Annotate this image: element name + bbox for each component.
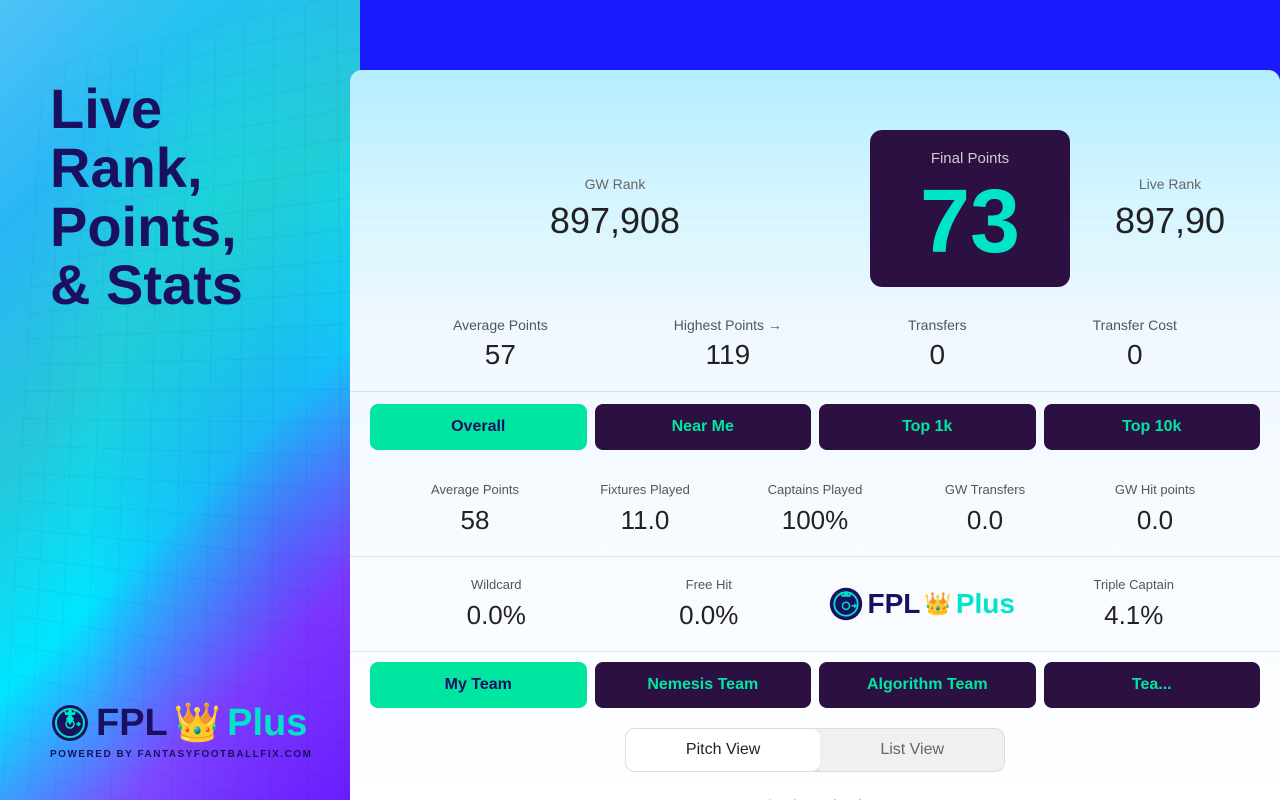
titlebar [350,70,1280,110]
transfer-cost-item: Transfer Cost 0 [1093,317,1177,371]
tab-top-10k[interactable]: Top 10k [1044,404,1261,450]
player-card-1 [760,792,805,800]
tab-top-1k[interactable]: Top 1k [819,404,1036,450]
tab-overall[interactable]: Overall [370,404,587,450]
average-points-item: Average Points 57 [453,317,548,371]
wildcard-label: Wildcard [471,577,522,592]
tab-algorithm-team[interactable]: Algorithm Team [819,662,1036,708]
team-tabs-row: My Team Nemesis Team Algorithm Team Tea.… [350,652,1280,718]
fpl-logo-inline: FPL 👑 Plus [815,586,1028,622]
gw-hit-points-grid-label: GW Hit points [1115,482,1195,497]
stats-grid-2: Wildcard 0.0% Free Hit 0.0% FPL 👑 [350,557,1280,652]
free-hit-item: Free Hit 0.0% [603,577,816,631]
avg-points-grid-label: Average Points [431,482,519,497]
final-points-value: 73 [920,177,1020,267]
view-toggle-group: Pitch View List View [625,728,1005,772]
fixtures-played-grid-value: 11.0 [621,505,670,536]
gw-rank-label: GW Rank [585,176,646,192]
transfer-cost-label: Transfer Cost [1093,317,1177,333]
captains-played-grid-value: 100% [782,505,849,536]
live-rank-label: Live Rank [1139,176,1201,192]
shirt-icon-1 [760,792,805,800]
pitch-area [350,782,1280,800]
mac-window: GW Rank 897,908 Final Points 73 Live Ran… [350,70,1280,800]
avg-points-grid-value: 58 [461,505,490,536]
captains-played-grid-label: Captains Played [768,482,863,497]
fpl-inline-text: FPL [868,588,921,620]
app-content: GW Rank 897,908 Final Points 73 Live Ran… [350,110,1280,800]
gw-hit-points-grid-item: GW Hit points 0.0 [1070,482,1240,536]
final-points-card: Final Points 73 [870,130,1070,287]
transfers-value: 0 [930,339,946,371]
powered-by-text: POWERED BY FANTASYFOOTBALLFIX.COM [50,749,312,760]
shirt-icon-2 [825,792,870,800]
fixtures-played-grid-item: Fixtures Played 11.0 [560,482,730,536]
transfers-label: Transfers [908,317,967,333]
view-toggle-row: Pitch View List View [350,718,1280,782]
highest-points-value: 119 [706,339,751,371]
triple-captain-value: 4.1% [1104,600,1163,631]
gw-transfers-grid-item: GW Transfers 0.0 [900,482,1070,536]
maximize-button[interactable] [408,84,421,97]
fpl-inline-plus: Plus [956,588,1015,620]
gw-rank-block: GW Rank 897,908 [380,130,850,287]
free-hit-label: Free Hit [686,577,732,592]
triple-captain-label: Triple Captain [1094,577,1174,592]
left-panel: LiveRank,Points,& Stats FPL 👑 Plus POWER… [0,0,360,800]
average-points-label: Average Points [453,317,548,333]
fixtures-played-grid-label: Fixtures Played [600,482,690,497]
wildcard-value: 0.0% [467,600,526,631]
wildcard-item: Wildcard 0.0% [390,577,603,631]
live-rank-block: Live Rank 897,90 [1090,130,1250,287]
ball-icon-inline [828,586,864,622]
final-points-label: Final Points [931,150,1009,167]
minimize-button[interactable] [387,84,400,97]
average-points-value: 57 [485,339,516,371]
logo-plus-text: Plus [227,702,307,745]
highest-points-label: Highest Points → [674,317,782,333]
hero-title: LiveRank,Points,& Stats [50,80,325,315]
stats-row: Average Points 57 Highest Points → 119 T… [350,307,1280,392]
gw-rank-value: 897,908 [550,200,680,242]
gw-hit-points-grid-value: 0.0 [1137,505,1173,536]
stats-grid: Average Points 58 Fixtures Played 11.0 C… [350,462,1280,557]
gw-transfers-grid-value: 0.0 [967,505,1003,536]
triple-captain-item: Triple Captain 4.1% [1028,577,1241,631]
highest-points-item: Highest Points → 119 [674,317,782,371]
pitch-view-button[interactable]: Pitch View [626,729,820,771]
free-hit-value: 0.0% [679,600,738,631]
stats-header: GW Rank 897,908 Final Points 73 Live Ran… [350,110,1280,307]
logo-fpl-text: FPL [96,702,168,745]
tab-team-extra[interactable]: Tea... [1044,662,1261,708]
main-tabs-row: Overall Near Me Top 1k Top 10k [350,392,1280,462]
tab-my-team[interactable]: My Team [370,662,587,708]
close-button[interactable] [366,84,379,97]
gw-transfers-grid-label: GW Transfers [945,482,1025,497]
live-rank-value: 897,90 [1115,200,1225,242]
ball-icon [50,703,90,743]
transfer-cost-value: 0 [1127,339,1143,371]
tab-nemesis-team[interactable]: Nemesis Team [595,662,812,708]
fpl-logo-bottom: FPL 👑 Plus POWERED BY FANTASYFOOTBALLFIX… [50,701,312,760]
transfers-item: Transfers 0 [908,317,967,371]
list-view-button[interactable]: List View [820,729,1004,771]
player-card-2 [825,792,870,800]
captains-played-grid-item: Captains Played 100% [730,482,900,536]
avg-points-grid-item: Average Points 58 [390,482,560,536]
tab-near-me[interactable]: Near Me [595,404,812,450]
